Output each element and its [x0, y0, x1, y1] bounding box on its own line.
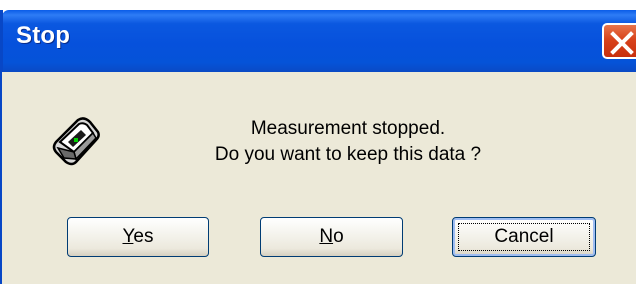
no-mnemonic: N [319, 226, 334, 247]
close-icon [610, 31, 634, 55]
message-line-2: Do you want to keep this data ? [214, 144, 482, 165]
cancel-label: Cancel [494, 226, 554, 247]
yes-label-rest: es [133, 226, 154, 247]
message-text: Measurement stopped. Do you want to keep… [120, 116, 576, 168]
dialog-title: Stop [16, 22, 71, 49]
yes-button[interactable]: Yes [67, 217, 209, 257]
no-button[interactable]: No [260, 217, 403, 257]
measurement-device-icon [48, 112, 104, 168]
message-line-1: Measurement stopped. [250, 118, 446, 139]
background-stripe [0, 0, 636, 10]
no-label-rest: o [333, 226, 344, 247]
stop-dialog: Stop Measurement stopped. Do you want to… [0, 0, 636, 284]
title-bar[interactable]: Stop [2, 10, 636, 72]
cancel-button[interactable]: Cancel [452, 217, 596, 257]
close-button[interactable] [602, 23, 636, 59]
yes-mnemonic: Y [122, 226, 134, 247]
